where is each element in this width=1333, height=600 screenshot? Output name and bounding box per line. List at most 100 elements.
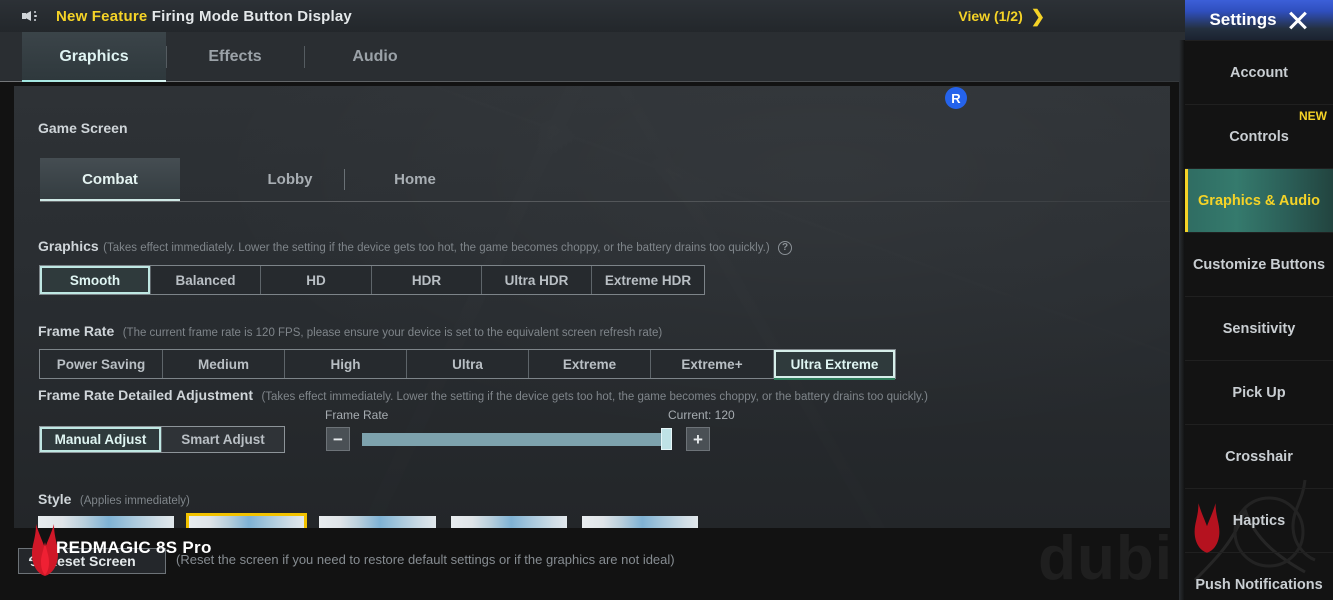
- tab-graphics[interactable]: Graphics: [22, 32, 166, 82]
- game-screen-tab-home[interactable]: Home: [345, 158, 485, 201]
- sidebar-item-haptics-label: Haptics: [1232, 512, 1286, 529]
- frame-rate-section-heading: Frame Rate (The current frame rate is 12…: [38, 323, 662, 341]
- settings-sidebar: Settings Account NEW Controls Graphics &…: [1185, 0, 1333, 600]
- frame-rate-note: (The current frame rate is 120 FPS, plea…: [122, 327, 663, 339]
- frame-rate-option-extreme-plus-label: Extreme+: [681, 356, 743, 372]
- record-badge[interactable]: R: [945, 87, 967, 109]
- frame-rate-option-high-label: High: [330, 356, 361, 372]
- tab-effects[interactable]: Effects: [167, 32, 303, 82]
- adjust-mode-group: Manual Adjust Smart Adjust: [39, 426, 285, 453]
- view-pager-label: View (1/2): [958, 8, 1023, 24]
- sidebar-item-push-notifications[interactable]: Push Notifications: [1185, 552, 1333, 600]
- game-screen-title: Game Screen: [38, 120, 128, 136]
- frame-rate-title: Frame Rate: [38, 323, 115, 339]
- graphics-option-hd[interactable]: HD: [261, 266, 372, 294]
- game-screen-tab-combat-label: Combat: [82, 171, 138, 188]
- frame-rate-option-extreme[interactable]: Extreme: [529, 350, 651, 378]
- graphics-option-extreme-hdr-label: Extreme HDR: [604, 272, 692, 288]
- graphics-option-smooth-label: Smooth: [69, 272, 121, 288]
- reset-screen-note: (Reset the screen if you need to restore…: [176, 552, 675, 567]
- main-tab-strip: Graphics Effects Audio: [0, 32, 1190, 82]
- frame-rate-option-high[interactable]: High: [285, 350, 407, 378]
- frame-rate-option-ultra[interactable]: Ultra: [407, 350, 529, 378]
- minus-icon[interactable]: −: [326, 427, 350, 451]
- graphics-option-ultra-hdr[interactable]: Ultra HDR: [482, 266, 592, 294]
- sidebar-item-customize-buttons-label: Customize Buttons: [1192, 256, 1326, 273]
- graphics-section-heading: Graphics (Takes effect immediately. Lowe…: [38, 238, 793, 256]
- current-fps-value: Current: 120: [668, 408, 735, 422]
- graphics-option-balanced[interactable]: Balanced: [151, 266, 261, 294]
- style-swatch-5[interactable]: [582, 516, 698, 528]
- tab-effects-label: Effects: [208, 48, 262, 65]
- view-pager-button[interactable]: View (1/2) ❯: [958, 0, 1045, 32]
- frame-rate-option-power-saving[interactable]: Power Saving: [40, 350, 163, 378]
- game-screen-tab-lobby[interactable]: Lobby: [222, 158, 358, 201]
- frame-rate-slider-thumb[interactable]: [661, 428, 672, 450]
- sidebar-item-crosshair[interactable]: Crosshair: [1185, 424, 1333, 488]
- sidebar-header: Settings: [1185, 0, 1333, 40]
- frame-rate-option-medium[interactable]: Medium: [163, 350, 285, 378]
- close-icon[interactable]: [1287, 9, 1309, 31]
- style-swatch-4[interactable]: [451, 516, 567, 528]
- plus-icon[interactable]: +: [686, 427, 710, 451]
- style-swatch-3[interactable]: [319, 516, 436, 528]
- style-section-heading: Style (Applies immediately): [38, 491, 190, 509]
- chevron-right-icon[interactable]: ❯: [1031, 8, 1045, 25]
- adjust-mode-smart-label: Smart Adjust: [181, 432, 265, 447]
- sidebar-item-controls[interactable]: NEW Controls: [1185, 104, 1333, 168]
- game-screen-tabs: Combat Lobby Home: [40, 158, 1170, 202]
- frame-rate-option-extreme-plus[interactable]: Extreme+: [651, 350, 774, 378]
- frame-rate-group: Power Saving Medium High Ultra Extreme E…: [39, 349, 896, 379]
- sidebar-item-graphics-audio-label: Graphics & Audio: [1198, 192, 1320, 209]
- device-watermark: REDMAGIC 8S Pro: [56, 538, 212, 557]
- sidebar-item-account[interactable]: Account: [1185, 40, 1333, 104]
- game-screen-tab-home-label: Home: [394, 171, 436, 188]
- frame-rate-slider-fill: [362, 433, 666, 446]
- sidebar-item-sensitivity-label: Sensitivity: [1222, 320, 1296, 337]
- graphics-title: Graphics: [38, 238, 99, 254]
- new-feature-label: New Feature: [56, 7, 148, 25]
- game-screen-tab-lobby-label: Lobby: [267, 171, 313, 188]
- sidebar-item-graphics-audio[interactable]: Graphics & Audio: [1185, 168, 1333, 232]
- secondary-watermark: dubi: [1038, 524, 1173, 593]
- graphics-quality-group: Smooth Balanced HD HDR Ultra HDR Extreme…: [39, 265, 705, 295]
- game-screen-tab-combat[interactable]: Combat: [40, 158, 180, 201]
- graphics-option-ultra-hdr-label: Ultra HDR: [504, 272, 569, 288]
- speaker-icon: [22, 8, 42, 24]
- sidebar-item-pick-up[interactable]: Pick Up: [1185, 360, 1333, 424]
- sidebar-item-pick-up-label: Pick Up: [1232, 384, 1286, 401]
- tab-graphics-label: Graphics: [59, 48, 129, 65]
- banner-message: New Feature Firing Mode Button Display: [56, 8, 352, 25]
- sidebar-redmagic-flame-icon: [1194, 503, 1220, 553]
- game-screen-tabs-baseline: [40, 201, 1170, 202]
- frame-rate-option-extreme-label: Extreme: [562, 356, 617, 372]
- sidebar-item-controls-label: Controls: [1229, 128, 1289, 145]
- settings-content-panel: Game Screen Combat Lobby Home Graphics (…: [14, 86, 1170, 528]
- frame-rate-option-ultra-label: Ultra: [452, 356, 483, 372]
- adjust-mode-manual-label: Manual Adjust: [54, 432, 147, 447]
- frame-rate-slider-track[interactable]: [362, 433, 672, 446]
- sidebar-item-account-label: Account: [1230, 64, 1288, 81]
- frame-rate-option-ultra-extreme[interactable]: Ultra Extreme: [774, 350, 895, 378]
- frame-rate-option-ultra-extreme-label: Ultra Extreme: [790, 356, 879, 372]
- question-mark-icon[interactable]: ?: [778, 241, 793, 255]
- panel-texture: [14, 86, 1170, 528]
- style-note: (Applies immediately): [79, 495, 190, 507]
- graphics-option-smooth[interactable]: Smooth: [40, 266, 151, 294]
- tab-audio-label: Audio: [352, 48, 398, 65]
- graphics-option-extreme-hdr[interactable]: Extreme HDR: [592, 266, 704, 294]
- adjust-mode-manual[interactable]: Manual Adjust: [40, 427, 162, 452]
- graphics-option-balanced-label: Balanced: [175, 272, 236, 288]
- sidebar-item-customize-buttons[interactable]: Customize Buttons: [1185, 232, 1333, 296]
- tab-audio[interactable]: Audio: [305, 32, 445, 82]
- graphics-option-hdr-label: HDR: [411, 272, 442, 288]
- graphics-option-hd-label: HD: [306, 272, 326, 288]
- adjust-mode-smart[interactable]: Smart Adjust: [162, 427, 284, 452]
- slider-caption: Frame Rate: [325, 408, 389, 422]
- style-title: Style: [38, 491, 72, 507]
- style-swatch-2[interactable]: [189, 516, 304, 528]
- record-badge-label: R: [951, 90, 961, 106]
- graphics-option-hdr[interactable]: HDR: [372, 266, 482, 294]
- sidebar-item-sensitivity[interactable]: Sensitivity: [1185, 296, 1333, 360]
- frame-rate-detail-title: Frame Rate Detailed Adjustment: [38, 387, 253, 403]
